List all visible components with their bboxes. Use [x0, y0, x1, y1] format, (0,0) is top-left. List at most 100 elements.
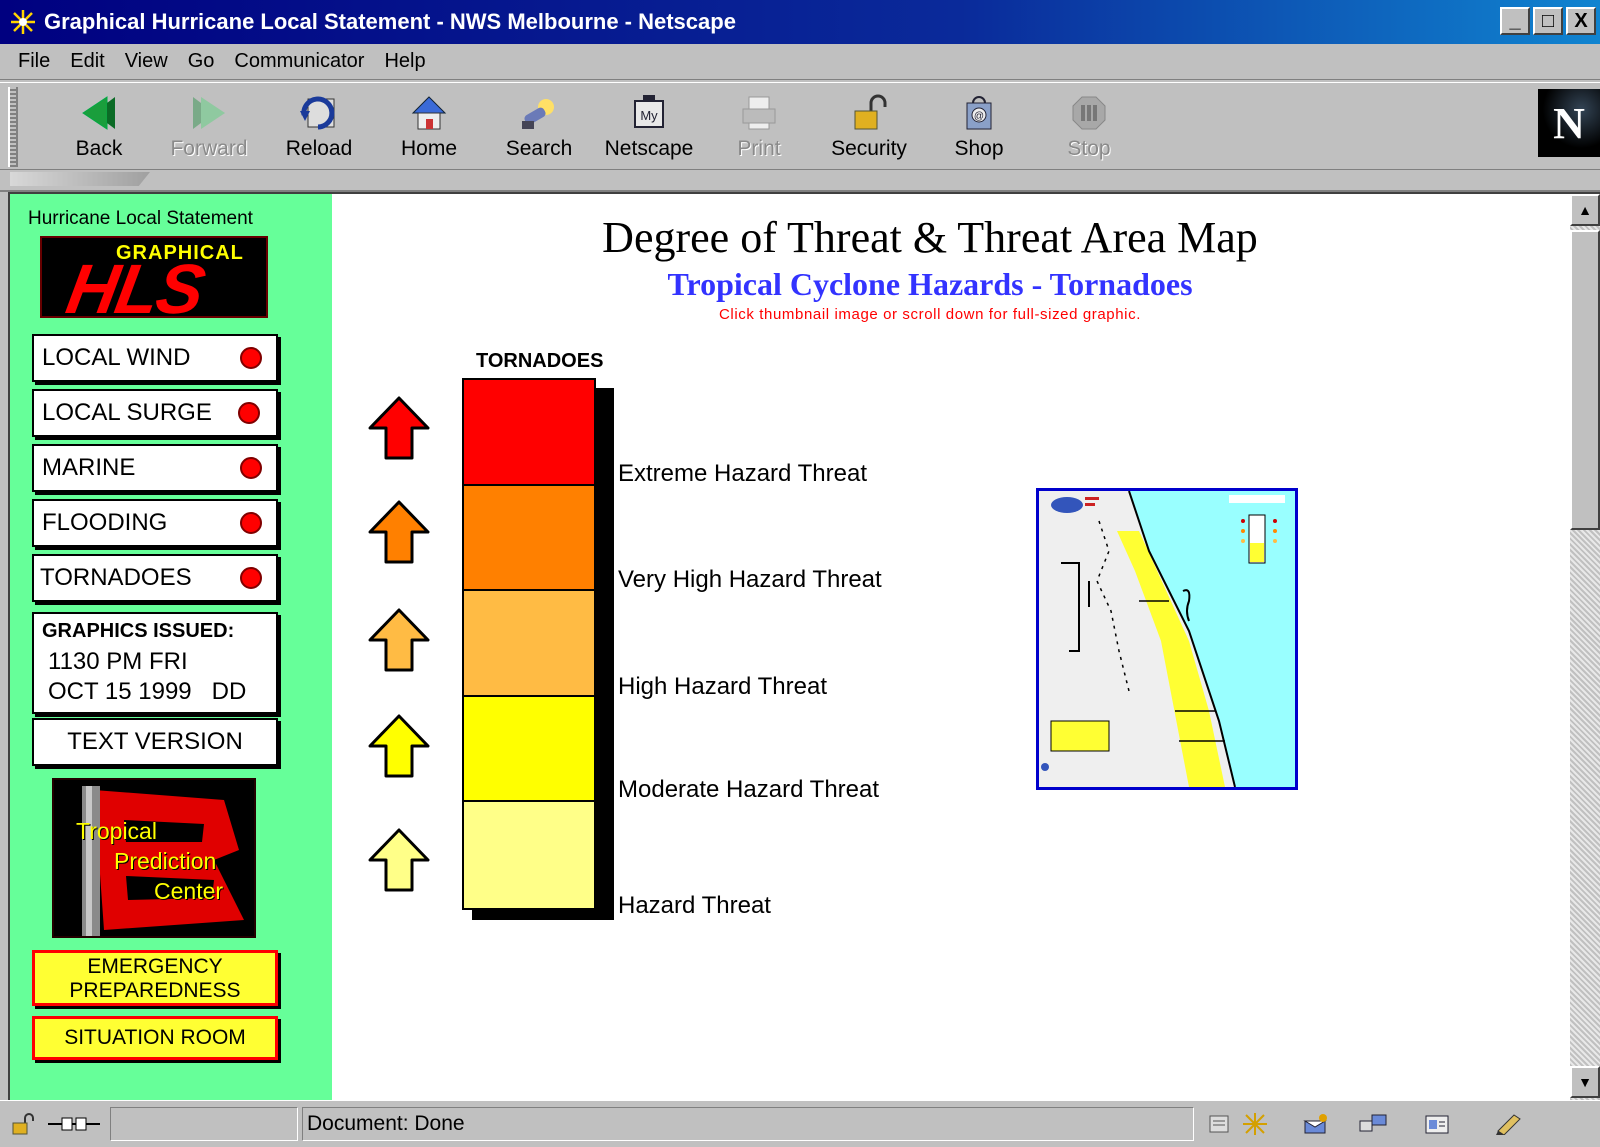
graphical-hls-logo[interactable]: GRAPHICAL HLS — [40, 236, 268, 318]
nav-flooding[interactable]: FLOODING — [32, 499, 278, 547]
lock-icon — [814, 89, 924, 137]
scroll-up-button[interactable]: ▲ — [1570, 194, 1600, 226]
red-status-dot-icon — [240, 347, 262, 369]
page-viewport: Hurricane Local Statement GRAPHICAL HLS … — [8, 192, 1570, 1100]
nav-marine[interactable]: MARINE — [32, 444, 278, 492]
reload-button[interactable]: Reload — [264, 89, 374, 167]
tropical-prediction-center-logo[interactable]: Tropical Prediction Center — [52, 778, 256, 938]
shop-button[interactable]: @ Shop — [924, 89, 1034, 167]
tpc-line2: Prediction — [114, 848, 217, 874]
up-arrow-icon — [368, 828, 430, 892]
shop-label: Shop — [954, 137, 1004, 160]
threat-level-label: High Hazard Threat — [618, 673, 827, 700]
stop-label: Stop — [1067, 137, 1111, 160]
search-button[interactable]: Search — [484, 89, 594, 167]
window-title-bar[interactable]: Graphical Hurricane Local Statement - NW… — [0, 0, 1600, 44]
maximize-button[interactable]: □ — [1533, 7, 1563, 35]
threat-level-band — [464, 380, 594, 486]
my-netscape-button[interactable]: My Netscape — [594, 89, 704, 167]
tornado-threat-map-image — [1039, 491, 1295, 787]
threat-level-label: Hazard Threat — [618, 892, 771, 919]
threat-level-band — [464, 696, 594, 803]
home-label: Home — [400, 137, 458, 160]
threat-scale — [462, 378, 596, 910]
shop-icon: @ — [924, 89, 1034, 137]
toolbar-grip[interactable] — [8, 87, 18, 167]
tpc-line3: Center — [154, 878, 224, 904]
up-arrow-icon — [368, 608, 430, 672]
menu-go[interactable]: Go — [178, 50, 225, 73]
nav-local-surge[interactable]: LOCAL SURGE — [32, 389, 278, 437]
newsgroups-icon[interactable] — [1358, 1111, 1388, 1137]
nav-label: MARINE — [42, 454, 136, 481]
stop-icon — [1034, 89, 1144, 137]
forward-label: Forward — [170, 137, 248, 160]
status-text: Document: Done — [307, 1112, 465, 1135]
home-icon — [374, 89, 484, 137]
home-button[interactable]: Home — [374, 89, 484, 167]
logo-hls-text: HLS — [61, 250, 209, 318]
emergency-line1: EMERGENCY — [87, 955, 223, 978]
status-text-cell: Document: Done — [302, 1107, 1194, 1141]
up-arrow-icon — [368, 500, 430, 564]
nav-local-wind[interactable]: LOCAL WIND — [32, 334, 278, 382]
page-instruction-note: Click thumbnail image or scroll down for… — [719, 306, 1141, 323]
forward-arrow-icon — [154, 89, 264, 137]
svg-text:My: My — [640, 108, 658, 123]
my-netscape-icon: My — [594, 89, 704, 137]
up-arrow-icon — [368, 714, 430, 778]
print-label: Print — [737, 137, 781, 160]
back-arrow-icon — [44, 89, 154, 137]
netscape-throbber-logo[interactable]: N — [1538, 89, 1600, 157]
hls-sidebar: Hurricane Local Statement GRAPHICAL HLS … — [10, 194, 332, 1100]
vertical-scrollbar[interactable]: ▲ ▼ — [1570, 192, 1600, 1100]
window-title: Graphical Hurricane Local Statement - NW… — [44, 9, 736, 34]
menu-view[interactable]: View — [115, 50, 178, 73]
scroll-thumb[interactable] — [1570, 230, 1600, 530]
composer-icon[interactable] — [1494, 1111, 1524, 1137]
page-title: Degree of Threat & Threat Area Map — [602, 213, 1258, 262]
print-icon — [704, 89, 814, 137]
issued-time: 1130 PM FRI — [48, 648, 188, 675]
red-status-dot-icon — [240, 567, 262, 589]
nav-label: LOCAL SURGE — [42, 399, 212, 426]
menu-help[interactable]: Help — [374, 50, 435, 73]
back-button[interactable]: Back — [44, 89, 154, 167]
red-status-dot-icon — [240, 512, 262, 534]
status-bar: Document: Done — [0, 1100, 1600, 1147]
minimize-button[interactable]: _ — [1500, 7, 1530, 35]
mail-icon[interactable] — [1300, 1111, 1330, 1137]
nav-label: TORNADOES — [40, 564, 192, 591]
threat-level-label: Extreme Hazard Threat — [618, 460, 867, 487]
stop-button[interactable]: Stop — [1034, 89, 1144, 167]
menu-communicator[interactable]: Communicator — [224, 50, 374, 73]
address-book-icon[interactable] — [1422, 1111, 1452, 1137]
graphics-issued-box: GRAPHICS ISSUED: 1130 PM FRI OCT 15 1999… — [32, 612, 278, 714]
progress-area — [110, 1107, 298, 1141]
nav-label: LOCAL WIND — [42, 344, 191, 371]
forward-button[interactable]: Forward — [154, 89, 264, 167]
connection-status-icon — [44, 1111, 104, 1137]
threat-level-band — [464, 802, 594, 908]
situation-room-button[interactable]: SITUATION ROOM — [32, 1016, 278, 1060]
emergency-preparedness-button[interactable]: EMERGENCY PREPAREDNESS — [32, 950, 278, 1006]
scroll-down-button[interactable]: ▼ — [1570, 1066, 1600, 1098]
nav-tornadoes[interactable]: TORNADOES — [32, 554, 278, 602]
threat-map-thumbnail[interactable] — [1036, 488, 1298, 790]
security-lock-icon[interactable] — [8, 1111, 38, 1137]
component-bar-icon[interactable] — [1204, 1111, 1234, 1137]
svg-text:@: @ — [974, 111, 984, 122]
menu-file[interactable]: File — [0, 50, 60, 73]
text-version-button[interactable]: TEXT VERSION — [32, 718, 278, 766]
security-button[interactable]: Security — [814, 89, 924, 167]
print-button[interactable]: Print — [704, 89, 814, 167]
my-netscape-label: Netscape — [604, 137, 694, 160]
close-button[interactable]: X — [1566, 7, 1596, 35]
navigator-icon[interactable] — [1240, 1111, 1270, 1137]
netscape-app-icon[interactable] — [8, 7, 38, 37]
red-status-dot-icon — [238, 402, 260, 424]
reload-icon — [264, 89, 374, 137]
collapsed-toolbar-tabs[interactable] — [10, 172, 150, 186]
menu-edit[interactable]: Edit — [60, 50, 114, 73]
up-arrow-icon — [368, 396, 430, 460]
